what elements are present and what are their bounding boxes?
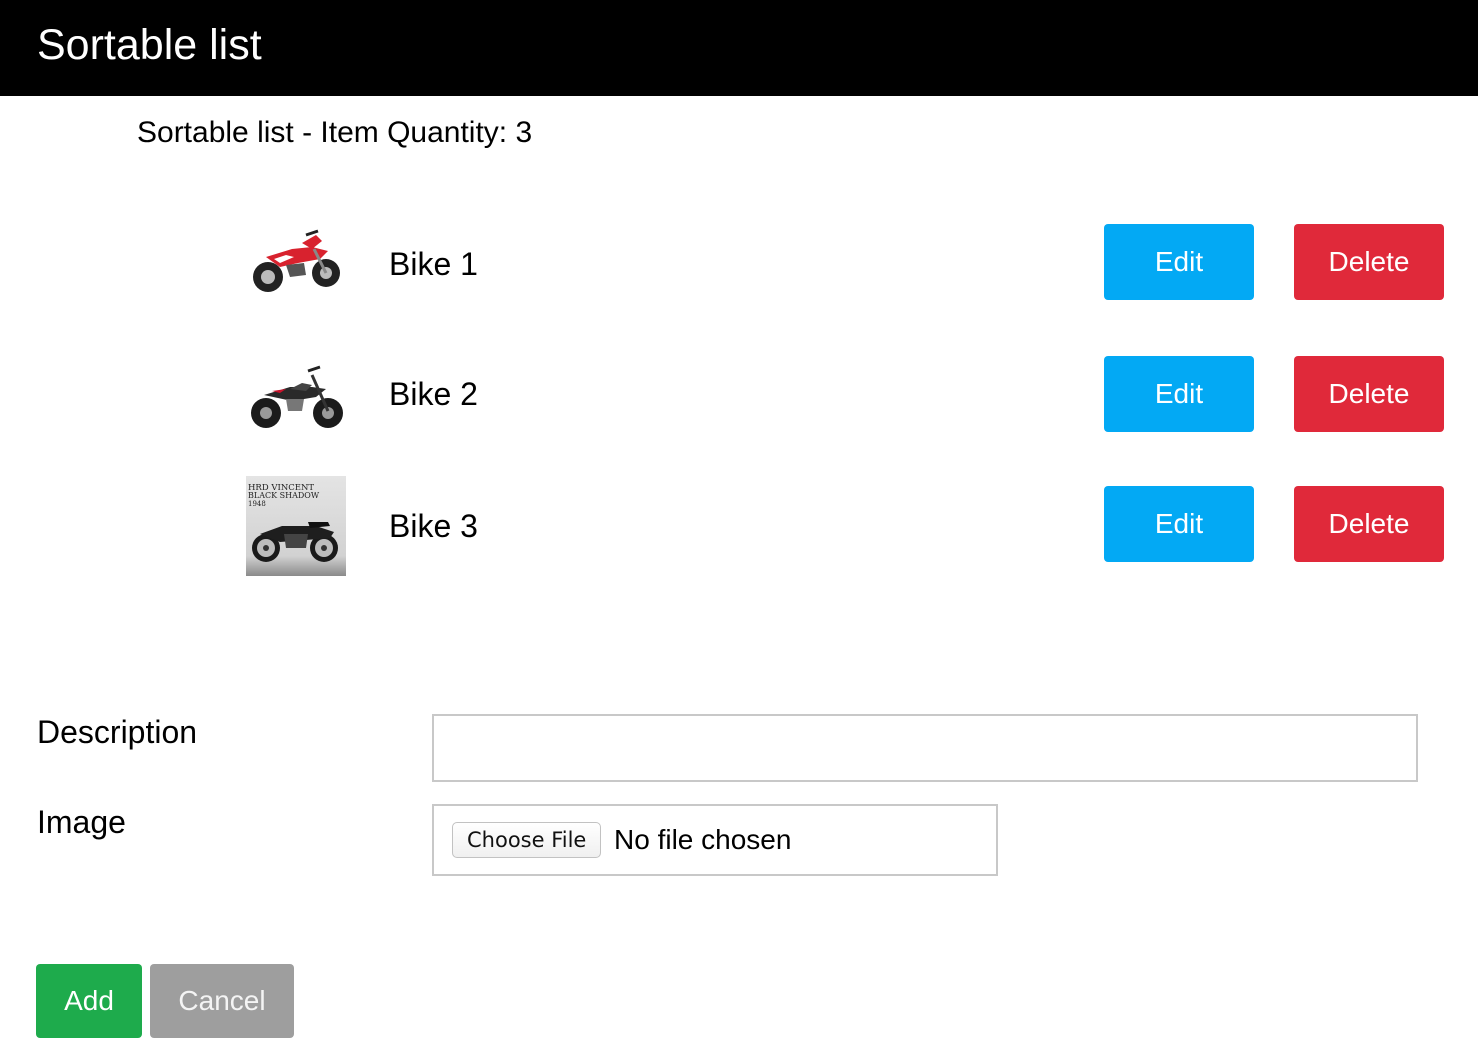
red-dirt-bike-image [246, 213, 346, 313]
app-header: Sortable list [0, 0, 1478, 96]
delete-button[interactable]: Delete [1294, 356, 1444, 432]
edit-button[interactable]: Edit [1104, 486, 1254, 562]
edit-button[interactable]: Edit [1104, 224, 1254, 300]
file-status-text: No file chosen [614, 824, 792, 855]
choose-file-button[interactable]: Choose File [452, 822, 602, 858]
item-quantity-summary: Sortable list - Item Quantity: 3 [137, 116, 533, 149]
add-button[interactable]: Add [36, 964, 142, 1038]
item-label: Bike 1 [389, 246, 478, 282]
edit-button[interactable]: Edit [1104, 356, 1254, 432]
description-input[interactable] [432, 714, 1418, 782]
app-title: Sortable list [37, 21, 262, 69]
svg-text:1948: 1948 [248, 500, 266, 508]
cancel-button[interactable]: Cancel [150, 964, 294, 1038]
item-label: Bike 3 [389, 508, 478, 544]
image-file-input[interactable]: Choose File No file chosen [432, 804, 998, 876]
list-item[interactable]: HRD VINCENT BLACK SHADOW 1948 Bike 3 Edi… [0, 470, 1478, 580]
delete-button[interactable]: Delete [1294, 486, 1444, 562]
list-item[interactable]: Bike 1 Edit Delete [0, 208, 1478, 318]
vintage-motorcycle-kit-box-image: HRD VINCENT BLACK SHADOW 1948 [246, 476, 346, 576]
svg-text:BLACK SHADOW: BLACK SHADOW [248, 491, 320, 500]
item-label: Bike 2 [389, 376, 478, 412]
delete-button[interactable]: Delete [1294, 224, 1444, 300]
image-label: Image [37, 804, 126, 840]
list-item[interactable]: Bike 2 Edit Delete [0, 340, 1478, 450]
black-pit-bike-image [246, 345, 346, 445]
description-label: Description [37, 714, 198, 750]
